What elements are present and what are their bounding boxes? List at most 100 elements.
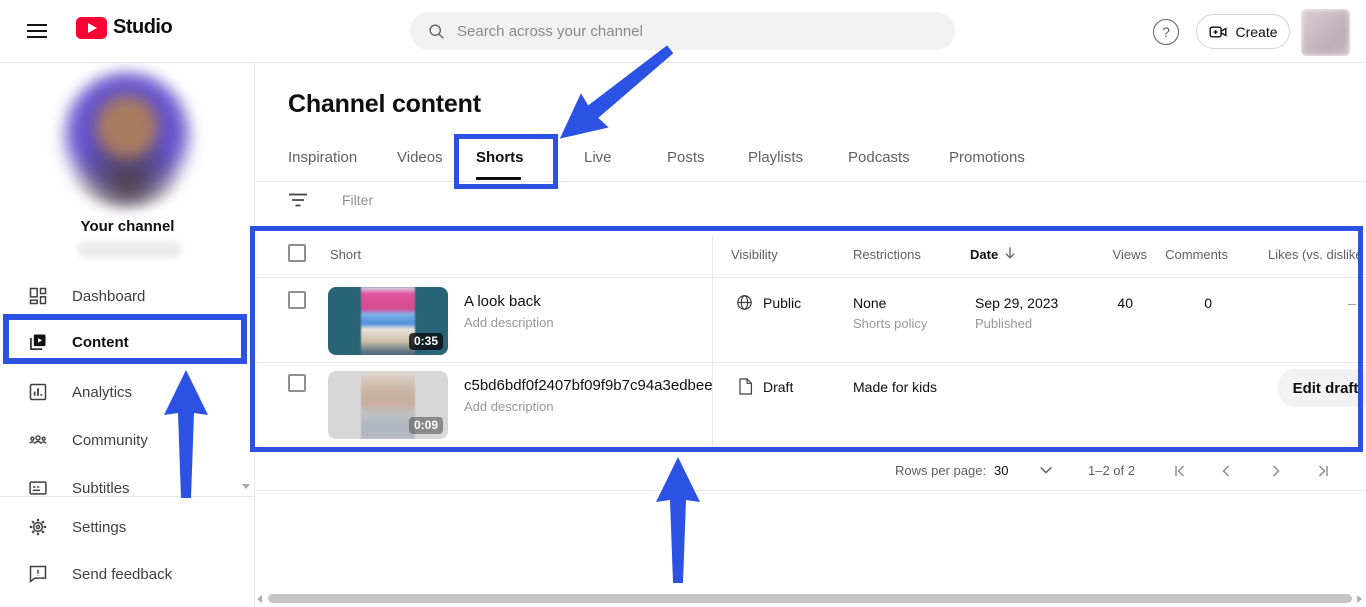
column-header-views[interactable]: Views [1067,247,1147,262]
sidebar-item-community[interactable]: Community [0,416,255,464]
sidebar-item-content[interactable]: Content [0,318,255,366]
video-title[interactable]: A look back [464,293,541,310]
tab-podcasts[interactable]: Podcasts [848,133,910,181]
search-icon [428,23,445,40]
sidebar: Your channel Dashboard Content Analytics… [0,63,255,607]
create-button[interactable]: Create [1196,14,1290,49]
restrictions-sub: Shorts policy [853,316,927,331]
youtube-play-icon [76,17,107,39]
table-header-divider [256,277,1366,278]
column-header-comments[interactable]: Comments [1140,247,1228,262]
column-header-likes[interactable]: Likes (vs. dislike [1268,247,1364,262]
add-description-link[interactable]: Add description [464,315,554,330]
feedback-icon [28,564,48,584]
sidebar-item-label: Subtitles [72,480,130,497]
sidebar-item-analytics[interactable]: Analytics [0,368,255,416]
column-header-restrictions[interactable]: Restrictions [853,247,921,262]
community-icon [28,430,48,450]
page-title: Channel content [288,90,481,119]
restrictions-value: None [853,295,886,311]
next-page-button[interactable] [1266,461,1286,481]
brand-text: Studio [113,16,172,39]
sidebar-item-label: Dashboard [72,288,145,305]
video-title[interactable]: c5bd6bdf0f2407bf09f9b7c94a3edbee [464,377,713,394]
tab-posts[interactable]: Posts [667,133,705,181]
sidebar-item-label: Content [72,334,129,351]
first-page-button[interactable] [1170,461,1190,481]
annotation-arrow-table [655,455,701,585]
sidebar-divider [0,496,255,497]
draft-document-icon [737,377,754,396]
visibility-value[interactable]: Draft [763,379,793,395]
add-description-link[interactable]: Add description [464,399,554,414]
gear-icon [28,517,48,537]
sidebar-item-settings[interactable]: Settings [0,503,255,551]
help-icon[interactable]: ? [1153,19,1179,45]
select-all-checkbox[interactable] [288,244,306,262]
search-bar [410,12,955,50]
tab-shorts[interactable]: Shorts [476,133,524,181]
sidebar-item-send-feedback[interactable]: Send feedback [0,550,255,598]
last-page-button[interactable] [1313,461,1333,481]
youtube-studio-logo[interactable]: Studio [76,16,172,39]
youtube-studio-app: Studio ? Create Your channel Dashboard [0,0,1366,607]
channel-name-blurred [77,241,182,258]
thumbnail-image [361,287,415,355]
restrictions-value: Made for kids [853,379,937,395]
create-video-icon [1208,22,1228,42]
rows-per-page-value[interactable]: 30 [994,463,1008,478]
column-header-short[interactable]: Short [330,247,361,262]
sidebar-item-dashboard[interactable]: Dashboard [0,272,255,320]
chevron-down-icon[interactable] [1038,463,1054,477]
tab-live[interactable]: Live [584,133,612,181]
sidebar-item-label: Send feedback [72,566,172,583]
footer-divider [256,490,1366,491]
filter-icon[interactable] [288,192,308,208]
thumbnail-image [361,371,415,439]
channel-avatar[interactable] [57,68,197,208]
edit-draft-button[interactable]: Edit draft [1277,369,1366,407]
scrollbar-right-arrow[interactable] [1357,595,1362,603]
sidebar-scroll-down-icon[interactable] [242,484,250,489]
subtitles-icon [28,478,48,498]
date-sub: Published [975,316,1032,331]
comments-value: 0 [1140,295,1212,311]
dashboard-icon [28,286,48,306]
search-input[interactable] [457,23,917,40]
date-value: Sep 29, 2023 [975,295,1058,311]
sort-descending-icon[interactable] [1002,245,1018,261]
filter-input[interactable] [342,192,562,208]
row-checkbox[interactable] [288,291,306,309]
account-avatar[interactable] [1301,9,1350,56]
video-thumbnail[interactable]: 0:35 [328,287,448,355]
tab-videos[interactable]: Videos [397,133,443,181]
table-column-divider [712,236,713,448]
duration-badge: 0:09 [409,417,443,434]
sidebar-item-label: Settings [72,519,126,536]
active-tab-indicator [476,177,521,180]
row-checkbox[interactable] [288,374,306,392]
duration-badge: 0:35 [409,333,443,350]
analytics-icon [28,382,48,402]
scrollbar-left-arrow[interactable] [257,595,262,603]
account-avatar-image [1301,9,1350,56]
content-icon [28,332,48,352]
tab-inspiration[interactable]: Inspiration [288,133,357,181]
channel-label: Your channel [0,218,255,235]
likes-value: – [1348,295,1356,311]
column-header-date[interactable]: Date [970,247,998,262]
tab-bar-divider [256,181,1366,182]
tab-promotions[interactable]: Promotions [949,133,1025,181]
create-label: Create [1235,24,1277,40]
video-thumbnail[interactable]: 0:09 [328,371,448,439]
previous-page-button[interactable] [1216,461,1236,481]
horizontal-scrollbar-thumb[interactable] [268,594,1352,603]
rows-per-page-label: Rows per page: [895,463,986,478]
hamburger-menu-icon[interactable] [26,21,48,41]
top-bar: Studio ? Create [0,0,1366,63]
column-header-visibility[interactable]: Visibility [731,247,778,262]
visibility-value[interactable]: Public [763,295,801,311]
sidebar-item-label: Analytics [72,384,132,401]
tab-playlists[interactable]: Playlists [748,133,803,181]
page-info: 1–2 of 2 [1088,463,1135,478]
